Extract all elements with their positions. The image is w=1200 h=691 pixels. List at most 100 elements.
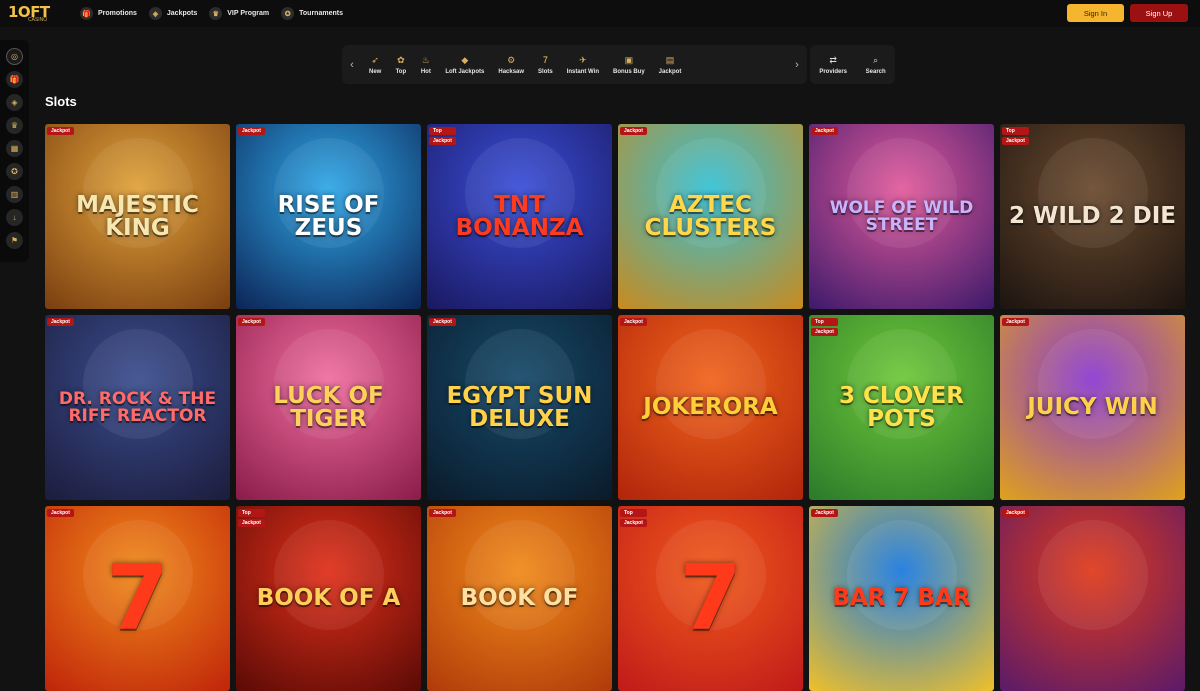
game-tile[interactable]: Jackpot xyxy=(1000,506,1185,691)
game-tile[interactable]: Jackpot WOLF OF WILD STREET xyxy=(809,124,994,309)
jackpot-badge: Jackpot xyxy=(811,328,838,336)
game-badges: Top Jackpot xyxy=(429,127,456,145)
game-tile[interactable]: Jackpot DR. ROCK & THE RIFF REACTOR xyxy=(45,315,230,500)
crown-icon[interactable]: ♛ xyxy=(6,117,23,134)
category-label: Slots xyxy=(538,68,553,75)
plane-icon: ✈ xyxy=(579,54,587,65)
game-badges: Jackpot xyxy=(47,509,74,517)
game-title: 7 xyxy=(679,545,742,651)
logo[interactable]: 1OFT CASINO xyxy=(8,4,66,23)
medal-icon[interactable]: ✪ xyxy=(6,163,23,180)
category-new[interactable]: ➶ New xyxy=(362,55,388,75)
category-slots[interactable]: 7 Slots xyxy=(531,55,560,75)
providers-button[interactable]: ⇄ Providers xyxy=(819,55,847,75)
category-hot[interactable]: ♨ Hot xyxy=(413,55,438,75)
jackpot-badge: Jackpot xyxy=(429,509,456,517)
game-title: BAR 7 BAR xyxy=(832,585,971,611)
cards-icon[interactable]: ▥ xyxy=(6,186,23,203)
category-top[interactable]: ✿ Top xyxy=(388,55,413,75)
jackpot-badge: Jackpot xyxy=(429,318,456,326)
nav-item-label: Tournaments xyxy=(299,10,343,17)
category-jackpot[interactable]: ▤ Jackpot xyxy=(652,55,689,75)
flag-icon[interactable]: ⚑ xyxy=(6,232,23,249)
jackpot-badge: Jackpot xyxy=(47,509,74,517)
jackpot-badge: Jackpot xyxy=(1002,318,1029,326)
game-badges: Jackpot xyxy=(1002,318,1029,326)
gift-icon: 🎁 xyxy=(80,7,93,20)
gift-icon[interactable]: 🎁 xyxy=(6,71,23,88)
category-bonus-buy[interactable]: ▣ Bonus Buy xyxy=(606,55,652,75)
game-tile[interactable]: Jackpot 7 xyxy=(45,506,230,691)
game-tile[interactable]: Jackpot EGYPT SUN DELUXE xyxy=(427,315,612,500)
nav-item-vip-program[interactable]: ♛ VIP Program xyxy=(209,7,269,20)
jackpot-badge: Jackpot xyxy=(238,519,265,527)
nav-item-tournaments[interactable]: ✪ Tournaments xyxy=(281,7,343,20)
top-bar: 1OFT CASINO 🎁 Promotions ◈ Jackpots ♛ VIP Pro… xyxy=(0,0,1200,27)
game-tile[interactable]: Jackpot AZTEC CLUSTERS xyxy=(618,124,803,309)
game-tile[interactable]: Jackpot MAJESTIC KING xyxy=(45,124,230,309)
category-prev-arrow[interactable]: ‹ xyxy=(342,45,362,84)
game-title: 3 CLOVER POTS xyxy=(839,382,964,432)
nav-item-promotions[interactable]: 🎁 Promotions xyxy=(80,7,137,20)
game-tile[interactable]: Top Jackpot 2 WILD 2 DIE xyxy=(1000,124,1185,309)
game-tile[interactable]: Jackpot BAR 7 BAR xyxy=(809,506,994,691)
fire-icon: ♨ xyxy=(421,54,430,65)
sign-in-button[interactable]: Sign In xyxy=(1067,4,1124,22)
jackpot-icon[interactable]: ◈ xyxy=(6,94,23,111)
jackpot-badge: Jackpot xyxy=(811,127,838,135)
providers-label: Providers xyxy=(819,68,847,75)
game-title: BOOK OF A xyxy=(256,585,401,611)
jackpot-badge: Jackpot xyxy=(47,318,74,326)
jackpot-badge: Jackpot xyxy=(1002,509,1029,517)
nav-item-jackpots[interactable]: ◈ Jackpots xyxy=(148,7,198,20)
top-badge: Top xyxy=(1002,127,1029,135)
game-badges: Jackpot xyxy=(429,318,456,326)
category-label: Loft Jackpots xyxy=(445,68,485,75)
jackpot-badge: Jackpot xyxy=(47,127,74,135)
badge-icon: ✿ xyxy=(397,54,405,65)
crown-icon: ♛ xyxy=(209,7,223,20)
sign-up-button[interactable]: Sign Up xyxy=(1130,4,1188,22)
game-badges: Jackpot xyxy=(47,127,74,135)
game-art xyxy=(847,520,957,630)
game-tile[interactable]: Jackpot BOOK OF xyxy=(427,506,612,691)
category-hacksaw[interactable]: ⚙ Hacksaw xyxy=(491,55,531,75)
saw-icon: ⚙ xyxy=(507,54,516,65)
filter-icon: ⇄ xyxy=(829,54,837,65)
category-loft-jackpots[interactable]: ◆ Loft Jackpots xyxy=(438,55,491,75)
category-next-arrow[interactable]: › xyxy=(787,45,807,84)
spin-icon[interactable]: ◎ xyxy=(6,48,23,65)
category-bar: ‹ ➶ New ✿ Top ♨ Hot ◆ Loft Jackpots ⚙ Hacksaw 7 Slo… xyxy=(342,45,807,84)
game-badges: Top Jackpot xyxy=(238,509,265,527)
game-tile[interactable]: Top Jackpot 7 xyxy=(618,506,803,691)
game-tile[interactable]: Jackpot JUICY WIN xyxy=(1000,315,1185,500)
category-label: Top xyxy=(395,68,407,75)
tools-bar: ⇄ Providers ⌕ Search xyxy=(810,45,895,84)
game-badges: Jackpot xyxy=(1002,509,1029,517)
logo-subtext: CASINO xyxy=(28,16,48,23)
games-grid: Jackpot MAJESTIC KING Jackpot RISE OF ZEUS T… xyxy=(45,124,1185,691)
game-tile[interactable]: Jackpot RISE OF ZEUS xyxy=(236,124,421,309)
category-label: Bonus Buy xyxy=(613,68,645,75)
jackpot-badge: Jackpot xyxy=(811,509,838,517)
game-tile[interactable]: Top Jackpot BOOK OF A xyxy=(236,506,421,691)
download-icon[interactable]: ↓ xyxy=(6,209,23,226)
game-tile[interactable]: Jackpot LUCK OF TIGER xyxy=(236,315,421,500)
search-icon: ⌕ xyxy=(873,54,879,65)
top-badge: Top xyxy=(238,509,265,517)
top-badge: Top xyxy=(620,509,647,517)
search-button[interactable]: ⌕ Search xyxy=(866,55,886,75)
game-title: MAJESTIC KING xyxy=(76,191,199,241)
jackpot-badge: Jackpot xyxy=(1002,137,1029,145)
game-badges: Top Jackpot xyxy=(811,318,838,336)
category-instant-win[interactable]: ✈ Instant Win xyxy=(560,55,606,75)
game-tile[interactable]: Jackpot JOKERORA xyxy=(618,315,803,500)
search-label: Search xyxy=(865,68,886,75)
ticket-icon[interactable]: ▦ xyxy=(6,140,23,157)
game-art xyxy=(1038,329,1148,439)
game-tile[interactable]: Top Jackpot 3 CLOVER POTS xyxy=(809,315,994,500)
nav-item-label: VIP Program xyxy=(227,10,270,17)
nav-item-label: Jackpots xyxy=(166,10,198,17)
game-tile[interactable]: Top Jackpot TNT BONANZA xyxy=(427,124,612,309)
rocket-icon: ➶ xyxy=(371,54,379,65)
